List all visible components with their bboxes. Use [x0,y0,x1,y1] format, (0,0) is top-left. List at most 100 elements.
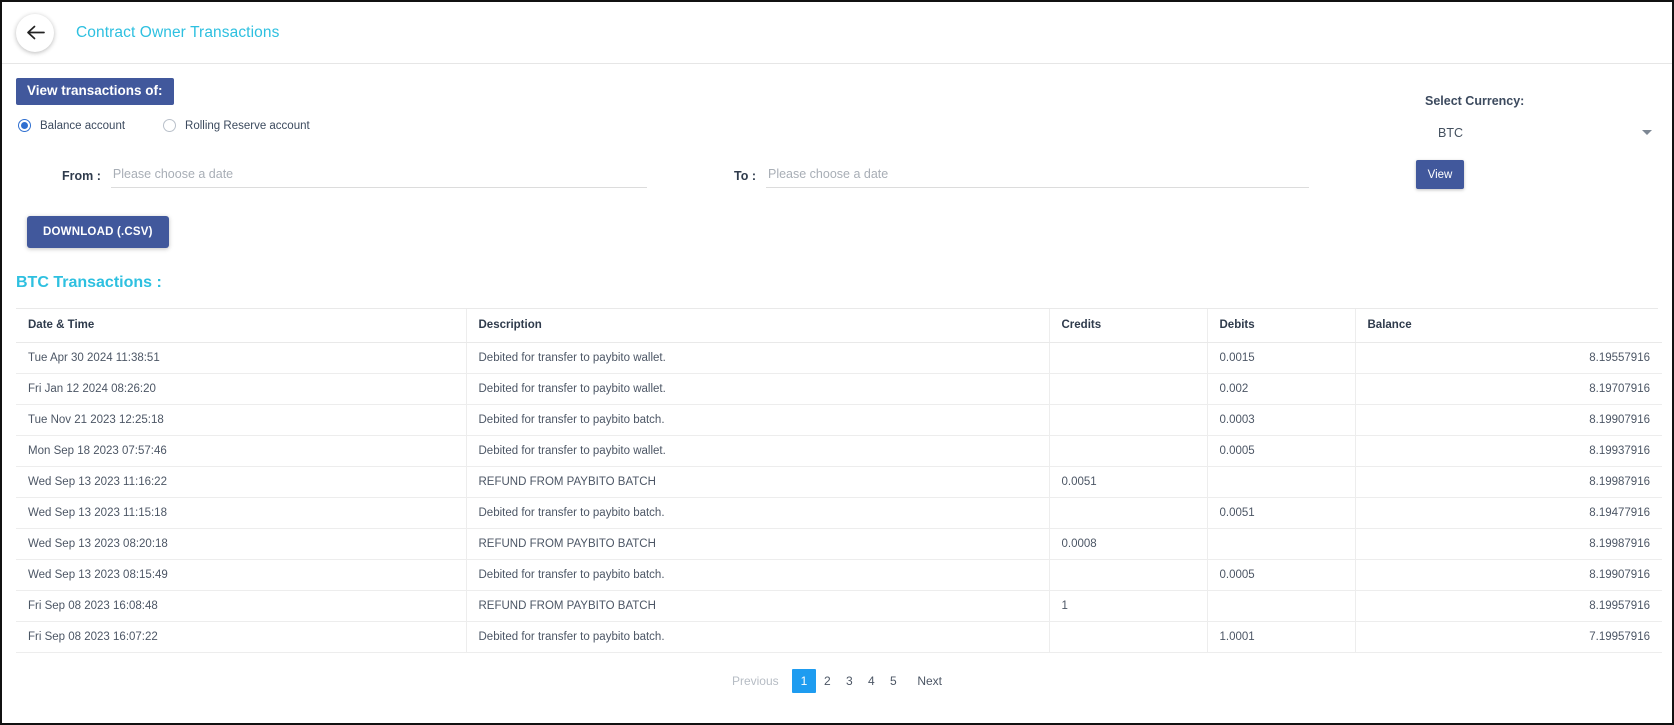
transaction-debits [1207,529,1355,560]
pagination-page-5[interactable]: 5 [882,670,904,692]
transaction-datetime: Fri Sep 08 2023 16:07:22 [16,622,466,653]
transaction-datetime: Fri Sep 08 2023 16:08:48 [16,591,466,622]
table-row: Wed Sep 13 2023 11:15:18Debited for tran… [16,498,1662,529]
contract-owner-transactions-page: Contract Owner Transactions View transac… [0,0,1674,725]
transaction-debits: 1.0001 [1207,622,1355,653]
from-date-group: From : [62,166,647,188]
transaction-description: REFUND FROM PAYBITO BATCH [466,591,1049,622]
radio-balance-account[interactable]: Balance account [18,119,125,132]
transaction-credits [1049,498,1207,529]
transaction-credits [1049,374,1207,405]
transaction-credits: 1 [1049,591,1207,622]
table-row: Fri Sep 08 2023 16:08:48REFUND FROM PAYB… [16,591,1662,622]
transaction-credits [1049,436,1207,467]
transaction-balance: 8.19987916 [1355,529,1662,560]
transaction-balance: 8.19987916 [1355,467,1662,498]
to-date-label: To : [734,169,756,188]
transaction-description: Debited for transfer to paybito batch. [466,560,1049,591]
radio-unselected-icon [163,119,176,132]
transaction-balance: 8.19557916 [1355,343,1662,374]
from-date-input[interactable] [111,166,647,188]
to-date-group: To : [734,166,1309,188]
table-row: Fri Sep 08 2023 16:07:22Debited for tran… [16,622,1662,653]
table-row: Wed Sep 13 2023 08:15:49Debited for tran… [16,560,1662,591]
pagination-page-2[interactable]: 2 [816,670,838,692]
transaction-balance: 8.19907916 [1355,405,1662,436]
pagination-page-4[interactable]: 4 [860,670,882,692]
view-transactions-of-label: View transactions of: [16,78,174,105]
transaction-datetime: Wed Sep 13 2023 08:20:18 [16,529,466,560]
table-row: Mon Sep 18 2023 07:57:46Debited for tran… [16,436,1662,467]
page-title: Contract Owner Transactions [76,24,279,42]
view-button[interactable]: View [1416,160,1464,189]
transaction-credits: 0.0008 [1049,529,1207,560]
transaction-balance: 8.19957916 [1355,591,1662,622]
transaction-credits: 0.0051 [1049,467,1207,498]
transaction-debits: 0.0003 [1207,405,1355,436]
back-button[interactable] [16,14,54,52]
chevron-down-icon [1642,130,1652,135]
date-range-row: From : To : View [2,156,1672,210]
radio-rolling-reserve-account[interactable]: Rolling Reserve account [163,119,310,132]
transaction-debits [1207,467,1355,498]
transaction-datetime: Tue Apr 30 2024 11:38:51 [16,343,466,374]
transaction-balance: 8.19707916 [1355,374,1662,405]
download-csv-button[interactable]: DOWNLOAD (.CSV) [27,216,169,248]
pagination-page-3[interactable]: 3 [838,670,860,692]
transaction-debits [1207,591,1355,622]
currency-selected-value: BTC [1438,126,1463,140]
table-header-row: Date & Time Description Credits Debits B… [16,309,1662,343]
transaction-credits [1049,343,1207,374]
radio-rolling-reserve-label: Rolling Reserve account [185,120,310,132]
column-header-credits: Credits [1049,309,1207,343]
pagination-next[interactable]: Next [910,670,949,692]
pagination-number-list: 12345 [792,669,905,693]
transactions-table-body: Tue Apr 30 2024 11:38:51Debited for tran… [16,343,1662,653]
transaction-datetime: Wed Sep 13 2023 11:16:22 [16,467,466,498]
table-row: Wed Sep 13 2023 11:16:22REFUND FROM PAYB… [16,467,1662,498]
table-row: Wed Sep 13 2023 08:20:18REFUND FROM PAYB… [16,529,1662,560]
transactions-table: Date & Time Description Credits Debits B… [16,309,1662,653]
transaction-datetime: Tue Nov 21 2023 12:25:18 [16,405,466,436]
transaction-datetime: Mon Sep 18 2023 07:57:46 [16,436,466,467]
from-date-label: From : [62,169,101,188]
table-row: Fri Jan 12 2024 08:26:20Debited for tran… [16,374,1662,405]
table-row: Tue Apr 30 2024 11:38:51Debited for tran… [16,343,1662,374]
pagination-page-1[interactable]: 1 [792,669,817,693]
transaction-description: Debited for transfer to paybito batch. [466,498,1049,529]
currency-select[interactable]: BTC [1424,122,1654,144]
transaction-description: Debited for transfer to paybito batch. [466,622,1049,653]
column-header-balance: Balance [1355,309,1662,343]
transaction-balance: 8.19477916 [1355,498,1662,529]
transaction-balance: 8.19937916 [1355,436,1662,467]
transaction-datetime: Wed Sep 13 2023 08:15:49 [16,560,466,591]
transaction-debits: 0.0005 [1207,436,1355,467]
transactions-heading: BTC Transactions : [16,274,1672,292]
transaction-datetime: Wed Sep 13 2023 11:15:18 [16,498,466,529]
transaction-datetime: Fri Jan 12 2024 08:26:20 [16,374,466,405]
transaction-balance: 7.19957916 [1355,622,1662,653]
transaction-credits [1049,560,1207,591]
transaction-debits: 0.0005 [1207,560,1355,591]
currency-selector-group: Select Currency: BTC [1424,94,1654,144]
arrow-left-icon [26,25,45,40]
transaction-credits [1049,405,1207,436]
column-header-datetime: Date & Time [16,309,466,343]
to-date-input[interactable] [766,166,1309,188]
transaction-debits: 0.0051 [1207,498,1355,529]
transaction-debits: 0.002 [1207,374,1355,405]
pagination-previous[interactable]: Previous [725,670,786,692]
transaction-balance: 8.19907916 [1355,560,1662,591]
transaction-description: REFUND FROM PAYBITO BATCH [466,467,1049,498]
transaction-description: Debited for transfer to paybito batch. [466,405,1049,436]
transaction-description: Debited for transfer to paybito wallet. [466,374,1049,405]
transaction-description: Debited for transfer to paybito wallet. [466,343,1049,374]
radio-selected-icon [18,119,31,132]
page-header: Contract Owner Transactions [2,2,1672,64]
pagination: Previous 12345 Next [2,669,1672,693]
select-currency-label: Select Currency: [1425,94,1654,108]
transaction-description: REFUND FROM PAYBITO BATCH [466,529,1049,560]
table-row: Tue Nov 21 2023 12:25:18Debited for tran… [16,405,1662,436]
transaction-debits: 0.0015 [1207,343,1355,374]
column-header-description: Description [466,309,1049,343]
